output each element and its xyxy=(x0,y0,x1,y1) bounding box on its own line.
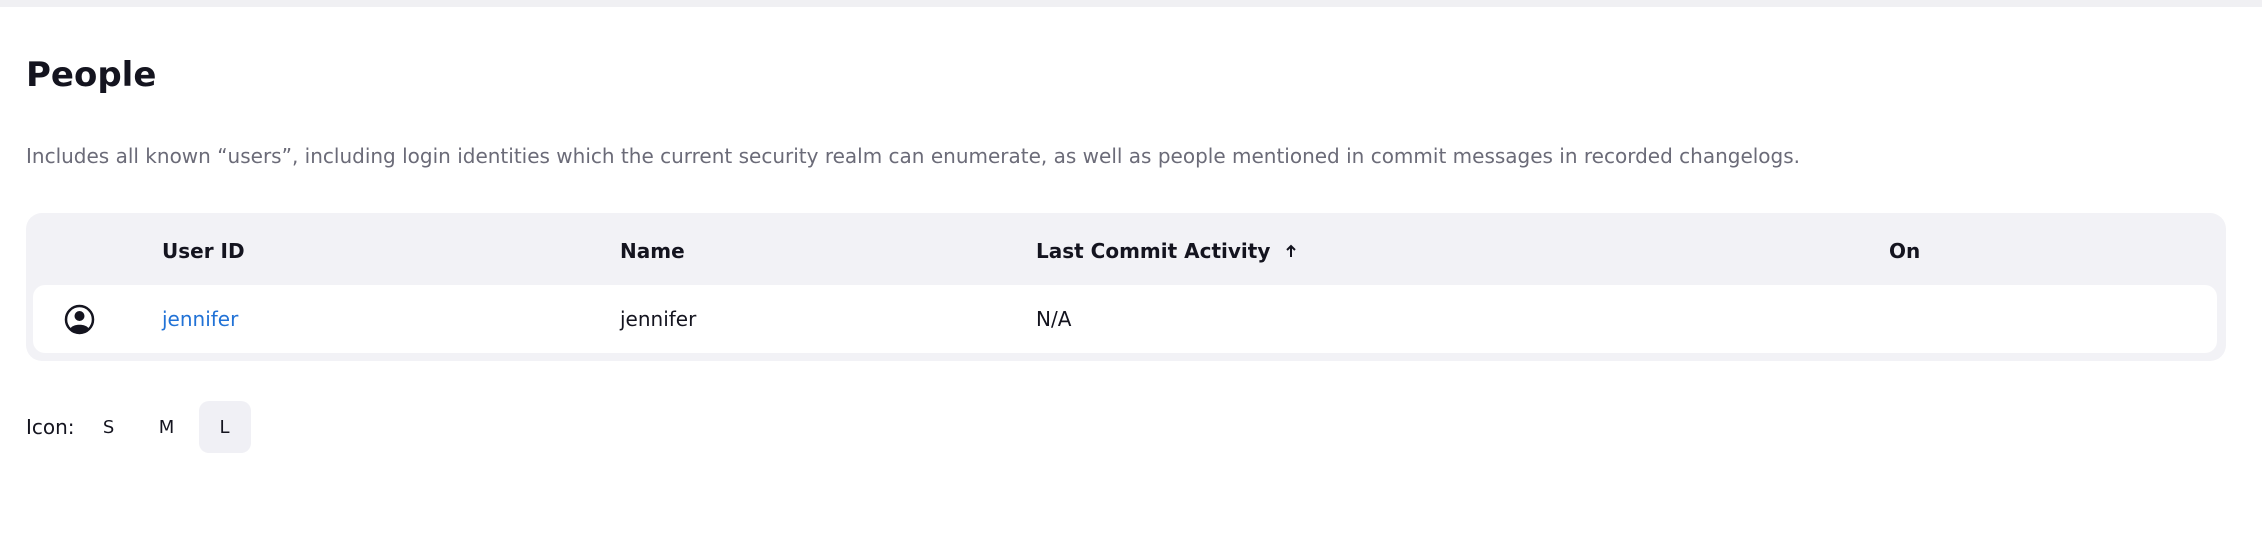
column-header-name-label: Name xyxy=(620,239,685,263)
user-id-link[interactable]: jennifer xyxy=(162,304,238,334)
arrow-up-icon xyxy=(1285,238,1297,268)
icon-size-label: Icon: xyxy=(26,415,75,439)
column-header-on-label: On xyxy=(1889,239,1921,263)
user-circle-icon xyxy=(64,304,95,335)
user-name: jennifer xyxy=(620,307,697,331)
column-header-user-id-label: User ID xyxy=(162,239,245,263)
icon-size-small-button[interactable]: S xyxy=(83,401,135,453)
icon-size-selector: Icon: S M L xyxy=(26,401,257,453)
column-header-on[interactable]: On xyxy=(1889,236,1920,266)
column-header-last-commit[interactable]: Last Commit Activity xyxy=(1036,236,1297,268)
column-header-last-commit-label: Last Commit Activity xyxy=(1036,239,1271,263)
table-row xyxy=(33,285,2217,353)
icon-size-medium-button[interactable]: M xyxy=(141,401,193,453)
column-header-user-id[interactable]: User ID xyxy=(162,236,245,266)
page-title: People xyxy=(26,55,157,95)
top-strip xyxy=(0,0,2262,7)
page-description: Includes all known “users”, including lo… xyxy=(26,144,1801,168)
icon-size-large-button[interactable]: L xyxy=(198,401,251,453)
last-commit-activity: N/A xyxy=(1036,307,1072,331)
column-header-name[interactable]: Name xyxy=(620,236,685,266)
